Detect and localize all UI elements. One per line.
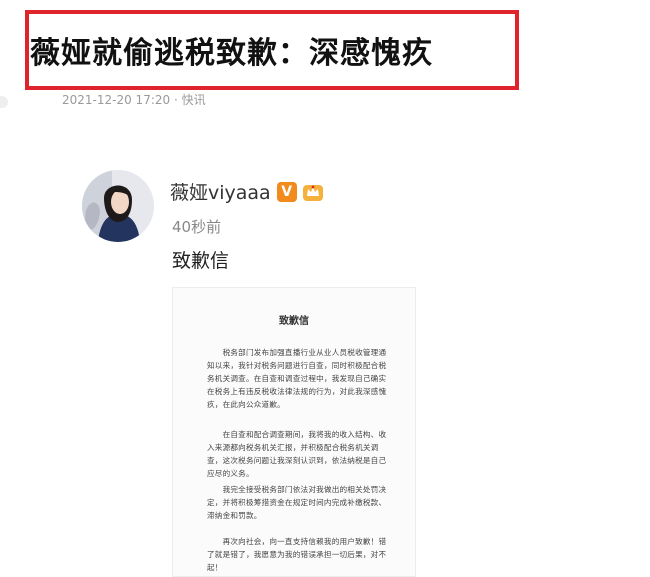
crown-badge-icon[interactable]: [302, 182, 324, 202]
letter-paragraph: 税务部门发布加强直播行业从业人员税收管理通知以来，我针对税务问题进行自查，同时积…: [207, 348, 387, 409]
username-row: 薇娅viyaaa V: [170, 178, 324, 205]
apology-letter-image[interactable]: 致歉信 税务部门发布加强直播行业从业人员税收管理通知以来，我针对税务问题进行自查…: [172, 287, 416, 577]
side-tab[interactable]: [0, 96, 8, 108]
article-meta: 2021-12-20 17:20 · 快讯: [62, 93, 206, 107]
letter-paragraph: 在自查和配合调查期间，我将我的收入结构、收入来源都向税务机关汇报，并积极配合税务…: [207, 430, 387, 478]
post-text: 致歉信: [172, 250, 230, 272]
verified-v-icon[interactable]: V: [276, 181, 297, 202]
article-headline: 薇娅就偷逃税致歉：深感愧疚: [30, 36, 433, 71]
avatar-image: [82, 170, 154, 242]
avatar[interactable]: [82, 170, 154, 242]
letter-paragraph: 我完全接受税务部门依法对我做出的相关处罚决定，并将积极筹措资金在规定时间内完成补…: [207, 485, 387, 520]
post-time: 40秒前: [172, 218, 222, 236]
letter-paragraph: 再次向社会，向一直支持信赖我的用户致歉！错了就是错了，我愿意为我的错误承担一切后…: [207, 537, 387, 572]
letter-title: 致歉信: [279, 316, 309, 327]
username[interactable]: 薇娅viyaaa: [170, 178, 271, 205]
